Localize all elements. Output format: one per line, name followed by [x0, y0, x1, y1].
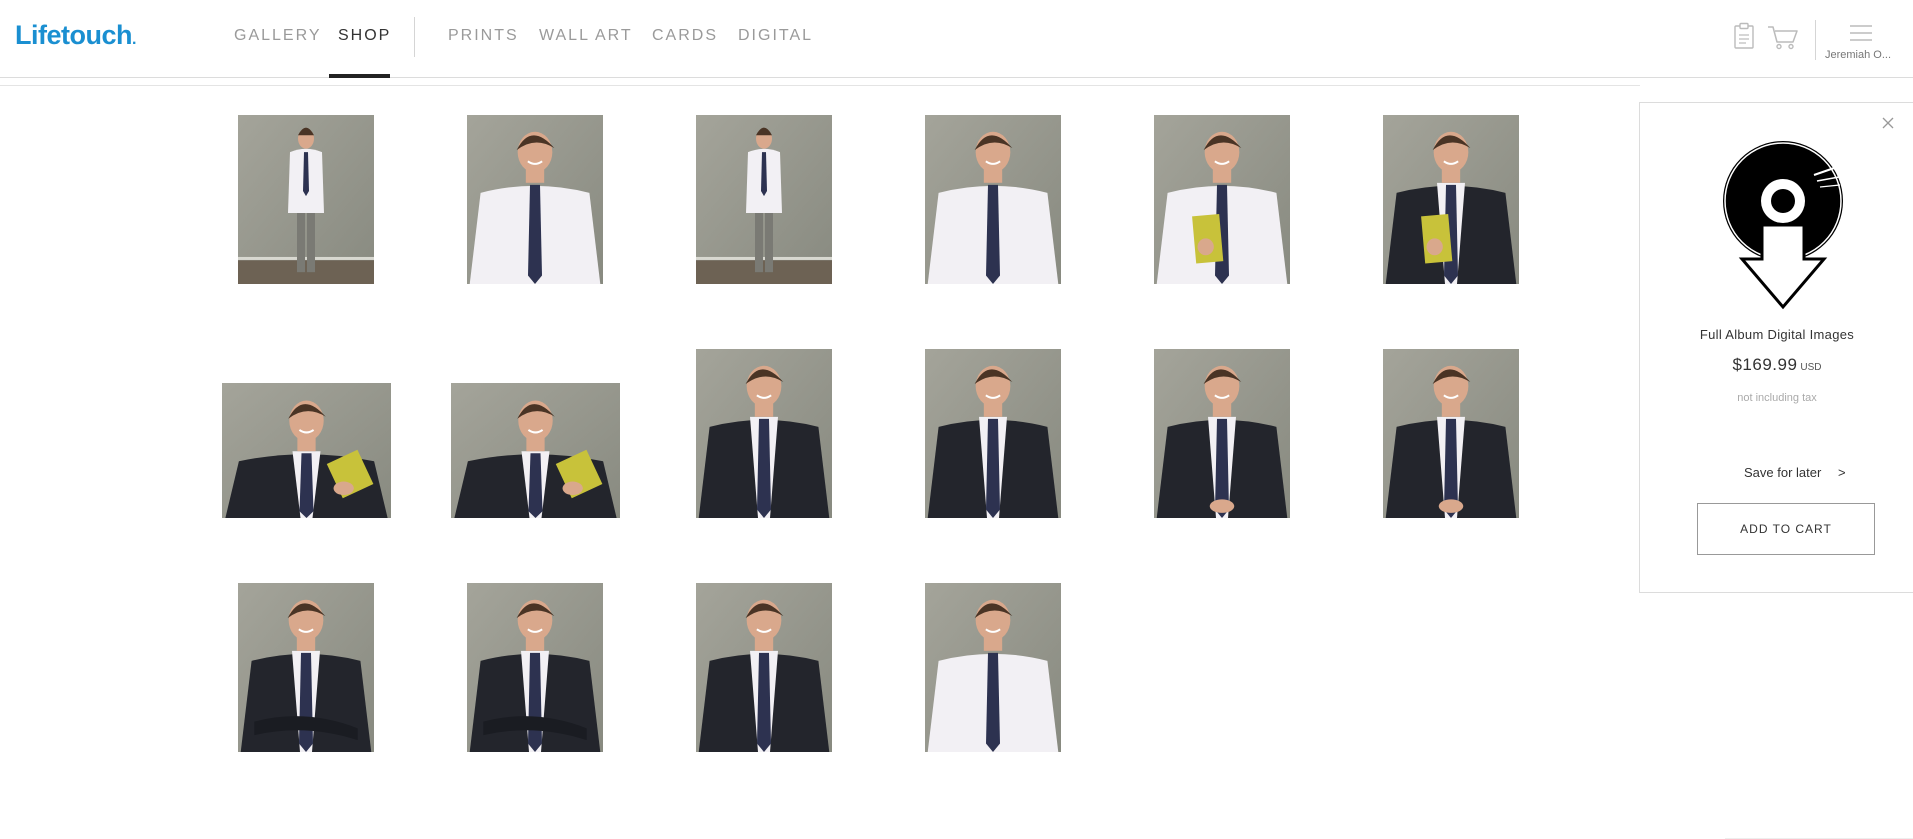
- site-header: Lifetouch. GALLERY SHOP PRINTS WALL ART …: [0, 0, 1913, 78]
- gallery-photo[interactable]: [467, 583, 603, 752]
- gallery-photo[interactable]: [238, 115, 374, 284]
- portrait-image: [1154, 349, 1290, 518]
- product-detail-panel: Full Album Digital Images $169.99 USD not…: [1639, 102, 1913, 593]
- portrait-image: [238, 583, 374, 752]
- portrait-image: [696, 115, 832, 284]
- gallery-photo[interactable]: [925, 115, 1061, 284]
- digital-download-icon: [1720, 139, 1846, 311]
- gallery-photo[interactable]: [1154, 349, 1290, 518]
- portrait-image: [1383, 349, 1519, 518]
- chevron-right-icon[interactable]: >: [1838, 465, 1846, 480]
- gallery-photo[interactable]: [467, 115, 603, 284]
- portrait-image: [467, 583, 603, 752]
- tax-note: not including tax: [1737, 392, 1817, 404]
- gallery-photo[interactable]: [238, 583, 374, 752]
- close-icon[interactable]: [1878, 113, 1898, 133]
- portrait-image: [925, 115, 1061, 284]
- portrait-image: [238, 115, 374, 284]
- portrait-image: [1383, 115, 1519, 284]
- nav-cards[interactable]: CARDS: [652, 27, 718, 45]
- nav-gallery[interactable]: GALLERY: [234, 27, 322, 45]
- portrait-image: [451, 383, 620, 518]
- nav-shop[interactable]: SHOP: [338, 27, 391, 45]
- price: $169.99: [1732, 355, 1798, 374]
- gallery-photo[interactable]: [925, 349, 1061, 518]
- user-name[interactable]: Jeremiah O...: [1825, 49, 1891, 61]
- brand-name: Lifetouch: [15, 20, 133, 50]
- portrait-image: [925, 349, 1061, 518]
- product-name: Full Album Digital Images: [1699, 327, 1855, 342]
- nav-digital[interactable]: DIGITAL: [738, 27, 813, 45]
- portrait-image: [467, 115, 603, 284]
- save-for-later-link[interactable]: Save for later: [1744, 465, 1821, 480]
- brand-logo[interactable]: Lifetouch.: [15, 20, 136, 51]
- portrait-image: [1154, 115, 1290, 284]
- nav-wall-art[interactable]: WALL ART: [539, 27, 633, 45]
- portrait-image: [696, 583, 832, 752]
- portrait-image: [925, 583, 1061, 752]
- gallery-photo[interactable]: [1383, 115, 1519, 284]
- clipboard-icon[interactable]: [1733, 22, 1755, 55]
- price-row: $169.99 USD: [1640, 355, 1913, 375]
- add-to-cart-button[interactable]: ADD TO CART: [1697, 503, 1875, 555]
- gallery-photo[interactable]: [222, 383, 391, 518]
- portrait-image: [696, 349, 832, 518]
- active-tab-indicator: [329, 74, 390, 78]
- menu-icon[interactable]: [1849, 24, 1873, 47]
- nav-divider: [414, 17, 415, 57]
- gallery-photo[interactable]: [1383, 349, 1519, 518]
- gallery-photo[interactable]: [1154, 115, 1290, 284]
- nav-prints[interactable]: PRINTS: [448, 27, 519, 45]
- gallery-photo[interactable]: [451, 383, 620, 518]
- gallery-photo[interactable]: [696, 583, 832, 752]
- gallery-photo[interactable]: [925, 583, 1061, 752]
- gallery-photo[interactable]: [696, 349, 832, 518]
- gallery-photo[interactable]: [696, 115, 832, 284]
- cart-icon[interactable]: [1767, 24, 1799, 55]
- subheader-divider: [0, 85, 1640, 86]
- header-divider: [1815, 20, 1816, 60]
- portrait-image: [222, 383, 391, 518]
- currency: USD: [1800, 362, 1822, 373]
